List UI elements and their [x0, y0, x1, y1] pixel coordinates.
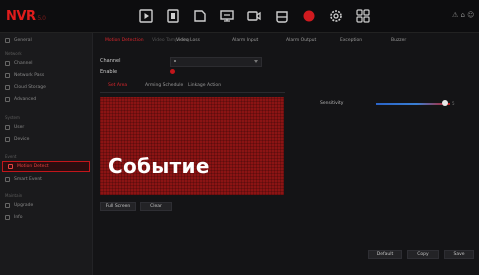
- sensitivity-slider[interactable]: [376, 103, 450, 105]
- sidebar-item-info[interactable]: Info: [0, 212, 92, 223]
- clear-button[interactable]: Clear: [140, 202, 172, 211]
- motion-icon: [8, 164, 13, 169]
- event-icon[interactable]: [301, 8, 317, 24]
- playback-icon[interactable]: [138, 8, 154, 24]
- sidebar-item-motion-detect[interactable]: Motion Detect: [2, 161, 90, 172]
- status-icons[interactable]: ⚠ ⌂ ☺: [452, 11, 474, 19]
- tab-buzzer[interactable]: Buzzer: [391, 38, 406, 43]
- tab-alarm-output[interactable]: Alarm Output: [286, 38, 316, 43]
- sidebar-item-general[interactable]: General: [0, 35, 92, 46]
- upgrade-icon: [5, 203, 10, 208]
- sidebar-item-advanced[interactable]: Advanced: [0, 94, 92, 105]
- tab-motion-detection[interactable]: Motion Detection: [105, 38, 144, 43]
- sidebar-group-maintain: Maintain: [5, 193, 23, 198]
- storage-icon[interactable]: [274, 8, 290, 24]
- subtab-linkage-action[interactable]: Linkage Action: [188, 83, 221, 88]
- full-screen-button[interactable]: Full Screen: [100, 202, 136, 211]
- sidebar: General Network Channel Network Pass Clo…: [0, 33, 93, 275]
- cloud-icon: [5, 85, 10, 90]
- file-icon[interactable]: [165, 8, 181, 24]
- default-button[interactable]: Default: [368, 250, 402, 259]
- motion-detection-grid[interactable]: [100, 97, 284, 195]
- subtab-arming-schedule[interactable]: Arming Schedule: [145, 83, 183, 88]
- general-icon: [5, 38, 10, 43]
- sidebar-item-network-pass[interactable]: Network Pass: [0, 70, 92, 81]
- sidebar-item-user[interactable]: User: [0, 122, 92, 133]
- sidebar-group-network: Network: [5, 51, 22, 56]
- monitor-icon[interactable]: [219, 8, 235, 24]
- tab-exception[interactable]: Exception: [340, 38, 362, 43]
- sidebar-item-cloud-storage[interactable]: Cloud Storage: [0, 82, 92, 93]
- tab-video-loss[interactable]: Video Loss: [176, 38, 200, 43]
- channel-label: Channel: [100, 58, 121, 64]
- sensitivity-value: 5: [452, 101, 455, 106]
- folder-icon[interactable]: [192, 8, 208, 24]
- camera-icon[interactable]: [246, 8, 262, 24]
- save-button[interactable]: Save: [444, 250, 474, 259]
- chevron-down-icon: [254, 60, 258, 63]
- channel-select-marker: [174, 60, 176, 62]
- channel-select[interactable]: [170, 57, 262, 67]
- subtab-divider: [100, 92, 285, 93]
- enable-label: Enable: [100, 69, 118, 75]
- network-icon: [5, 73, 10, 78]
- sidebar-group-event: Event: [5, 154, 17, 159]
- top-bar: NVR 5.0 ⚠ ⌂ ☺: [0, 0, 479, 33]
- sidebar-item-channel[interactable]: Channel: [0, 58, 92, 69]
- enable-toggle[interactable]: [170, 69, 175, 74]
- user-icon: [5, 125, 10, 130]
- sidebar-group-system: System: [5, 115, 20, 120]
- sensitivity-label: Sensitivity: [320, 101, 344, 106]
- subtab-set-area[interactable]: Set Area: [108, 83, 127, 88]
- settings-icon[interactable]: [328, 8, 344, 24]
- info-icon: [5, 215, 10, 220]
- copy-button[interactable]: Copy: [407, 250, 439, 259]
- tab-alarm-input[interactable]: Alarm Input: [232, 38, 258, 43]
- sensitivity-slider-handle[interactable]: [441, 100, 448, 106]
- sidebar-item-smart-event[interactable]: Smart Event: [0, 174, 92, 185]
- app-logo: NVR 5.0: [6, 9, 46, 24]
- sidebar-item-device[interactable]: Device: [0, 134, 92, 145]
- channel-icon: [5, 61, 10, 66]
- device-icon: [5, 137, 10, 142]
- overlay-caption: Событие: [108, 154, 210, 178]
- advanced-icon: [5, 97, 10, 102]
- smart-event-icon: [5, 177, 10, 182]
- grid-icon[interactable]: [355, 8, 371, 24]
- sidebar-item-upgrade[interactable]: Upgrade: [0, 200, 92, 211]
